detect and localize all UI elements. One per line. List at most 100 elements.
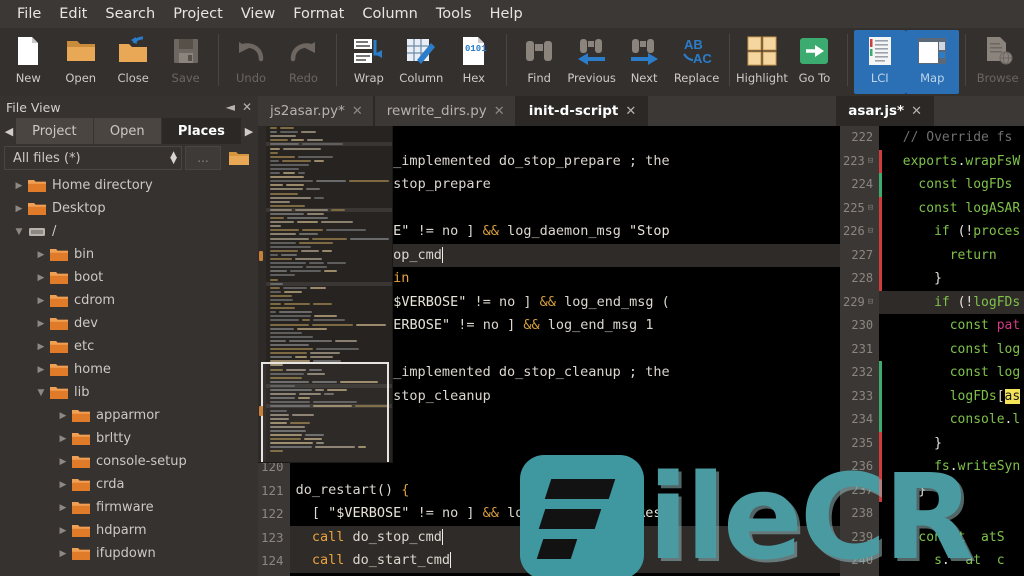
editor-pane-right[interactable]: 222 223 ⊟ 224 225 ⊟ 226 ⊟ 227 228 229 ⊟ 230 231 232 233… bbox=[840, 126, 1024, 576]
code-line[interactable]: s. at c bbox=[879, 549, 1024, 573]
code-line[interactable]: call do_stop_cmd bbox=[289, 525, 840, 549]
chevron-right-icon[interactable]: ▶ bbox=[32, 319, 50, 329]
chevron-down-icon[interactable]: ▼ bbox=[10, 227, 28, 237]
hex-button[interactable]: 0101 Hex bbox=[448, 30, 500, 94]
chevron-down-icon[interactable]: ▼ bbox=[32, 388, 50, 398]
tree-item-home-directory[interactable]: ▶ Home directory bbox=[0, 174, 258, 197]
code-content-right[interactable]: // Override fs exports.wrapFsW const log… bbox=[879, 126, 1024, 576]
collapse-left-icon[interactable]: ◄ bbox=[226, 100, 235, 114]
chevron-right-icon[interactable]: ▶ bbox=[242, 118, 256, 144]
editor-tab-init-d-script[interactable]: init-d-script ✕ bbox=[516, 96, 647, 126]
tree-item-console-setup[interactable]: ▶ console-setup bbox=[0, 450, 258, 473]
code-line[interactable]: const logFDs bbox=[879, 173, 1024, 197]
lci-button[interactable]: LCI bbox=[853, 30, 907, 94]
chevron-right-icon[interactable]: ▶ bbox=[32, 273, 50, 283]
menu-view[interactable]: View bbox=[232, 3, 284, 25]
tree-item-hdparm[interactable]: ▶ hdparm bbox=[0, 519, 258, 542]
code-line[interactable]: console.l bbox=[879, 408, 1024, 432]
tree-item-lib[interactable]: ▼ lib bbox=[0, 381, 258, 404]
document-map[interactable] bbox=[258, 126, 392, 462]
tree-item-brltty[interactable]: ▶ brltty bbox=[0, 427, 258, 450]
find-button[interactable]: Find bbox=[513, 30, 565, 94]
code-line[interactable]: return bbox=[879, 243, 1024, 267]
code-line[interactable]: fs.writeSyn bbox=[879, 455, 1024, 479]
tab-project[interactable]: Project bbox=[16, 118, 93, 144]
document-map-viewport[interactable] bbox=[261, 362, 389, 462]
code-line[interactable]: const log bbox=[879, 361, 1024, 385]
tree-item-cdrom[interactable]: ▶ cdrom bbox=[0, 289, 258, 312]
close-icon[interactable]: ✕ bbox=[911, 104, 922, 119]
code-line[interactable]: do_restart() { bbox=[290, 479, 840, 503]
open-folder-icon[interactable] bbox=[224, 146, 254, 170]
code-line[interactable]: } bbox=[879, 431, 1024, 455]
editor-tab-asar-js-[interactable]: asar.js* ✕ bbox=[836, 96, 932, 126]
open-button[interactable]: Open bbox=[54, 30, 106, 94]
chevron-right-icon[interactable]: ▶ bbox=[32, 296, 50, 306]
chevron-right-icon[interactable]: ▶ bbox=[54, 411, 72, 421]
wrap-button[interactable]: Wrap bbox=[343, 30, 395, 94]
code-line[interactable]: const log bbox=[879, 338, 1024, 362]
tree-item-dev[interactable]: ▶ dev bbox=[0, 312, 258, 335]
code-line[interactable]: call do_start_cmd bbox=[289, 549, 840, 573]
menu-file[interactable]: File bbox=[8, 3, 50, 25]
menu-help[interactable]: Help bbox=[481, 3, 532, 25]
chevron-right-icon[interactable]: ▶ bbox=[54, 526, 72, 536]
tree-item-bin[interactable]: ▶ bin bbox=[0, 243, 258, 266]
menu-edit[interactable]: Edit bbox=[50, 3, 96, 25]
code-line[interactable]: // Override fs bbox=[879, 126, 1024, 150]
chevron-right-icon[interactable]: ▶ bbox=[10, 204, 28, 214]
fold-toggle-icon[interactable]: ⊟ bbox=[868, 197, 873, 221]
chevron-right-icon[interactable]: ▶ bbox=[32, 342, 50, 352]
close-button[interactable]: Close bbox=[107, 30, 159, 94]
tree-item-boot[interactable]: ▶ boot bbox=[0, 266, 258, 289]
code-line[interactable]: const logASAR bbox=[879, 196, 1024, 220]
highlight-button[interactable]: Highlight bbox=[736, 30, 788, 94]
tree-item-firmware[interactable]: ▶ firmware bbox=[0, 496, 258, 519]
code-line[interactable]: if (!proces bbox=[879, 220, 1024, 244]
editor-tab-rewrite-dirs-py[interactable]: rewrite_dirs.py ✕ bbox=[374, 96, 515, 126]
spinner-updown-icon[interactable]: ▲ ▼ bbox=[170, 151, 177, 166]
column-button[interactable]: Column bbox=[395, 30, 447, 94]
fold-toggle-icon[interactable]: ⊟ bbox=[868, 220, 873, 244]
menu-format[interactable]: Format bbox=[284, 3, 353, 25]
places-file-tree[interactable]: ▶ Home directory ▶ Desktop ▼ / ▶ bin ▶ boot ▶ cdrom… bbox=[0, 172, 258, 576]
close-icon[interactable]: ✕ bbox=[494, 104, 505, 119]
replace-button[interactable]: AB AC Replace bbox=[670, 30, 722, 94]
editor-pane-left[interactable]: 1061071081091101111121131141151161171181… bbox=[258, 126, 840, 576]
tree-item-home[interactable]: ▶ home bbox=[0, 358, 258, 381]
code-line[interactable]: } bbox=[879, 478, 1024, 502]
editor-tab-js2asar-py-[interactable]: js2asar.py* ✕ bbox=[258, 96, 373, 126]
code-line[interactable]: c sAs bbox=[879, 573, 1024, 576]
chevron-right-icon[interactable]: ▶ bbox=[32, 365, 50, 375]
code-line[interactable]: case "$?" in bbox=[290, 573, 840, 576]
fold-toggle-icon[interactable]: ⊟ bbox=[868, 150, 873, 174]
close-icon[interactable]: ✕ bbox=[242, 100, 252, 114]
code-line[interactable]: con t atS bbox=[879, 526, 1024, 550]
chevron-right-icon[interactable]: ▶ bbox=[54, 549, 72, 559]
code-line[interactable]: if (!logFDs bbox=[879, 290, 1024, 314]
chevron-right-icon[interactable]: ▶ bbox=[54, 480, 72, 490]
tree-item-crda[interactable]: ▶ crda bbox=[0, 473, 258, 496]
code-line[interactable]: } bbox=[879, 267, 1024, 291]
tree-item-desktop[interactable]: ▶ Desktop bbox=[0, 197, 258, 220]
code-line[interactable] bbox=[879, 502, 1024, 526]
code-line[interactable]: exports.wrapFsW bbox=[879, 149, 1024, 173]
chevron-right-icon[interactable]: ▶ bbox=[32, 250, 50, 260]
tree-item-ifupdown[interactable]: ▶ ifupdown bbox=[0, 542, 258, 565]
chevron-right-icon[interactable]: ▶ bbox=[54, 457, 72, 467]
browse-path-button[interactable]: ... bbox=[185, 146, 221, 170]
next-button[interactable]: Next bbox=[618, 30, 670, 94]
tab-open[interactable]: Open bbox=[93, 118, 161, 144]
close-icon[interactable]: ✕ bbox=[625, 104, 636, 119]
fold-toggle-icon[interactable]: ⊟ bbox=[868, 291, 873, 315]
chevron-right-icon[interactable]: ▶ bbox=[10, 181, 28, 191]
tree-item-etc[interactable]: ▶ etc bbox=[0, 335, 258, 358]
code-line[interactable]: [ "$VERBOSE" != no ] && log_daemon_msg "… bbox=[290, 502, 840, 526]
menu-tools[interactable]: Tools bbox=[427, 3, 481, 25]
chevron-left-icon[interactable]: ◀ bbox=[2, 118, 16, 144]
code-line[interactable]: const pat bbox=[879, 314, 1024, 338]
menu-project[interactable]: Project bbox=[164, 3, 232, 25]
tab-places[interactable]: Places bbox=[161, 118, 241, 144]
go-to-button[interactable]: Go To bbox=[788, 30, 840, 94]
chevron-right-icon[interactable]: ▶ bbox=[54, 434, 72, 444]
